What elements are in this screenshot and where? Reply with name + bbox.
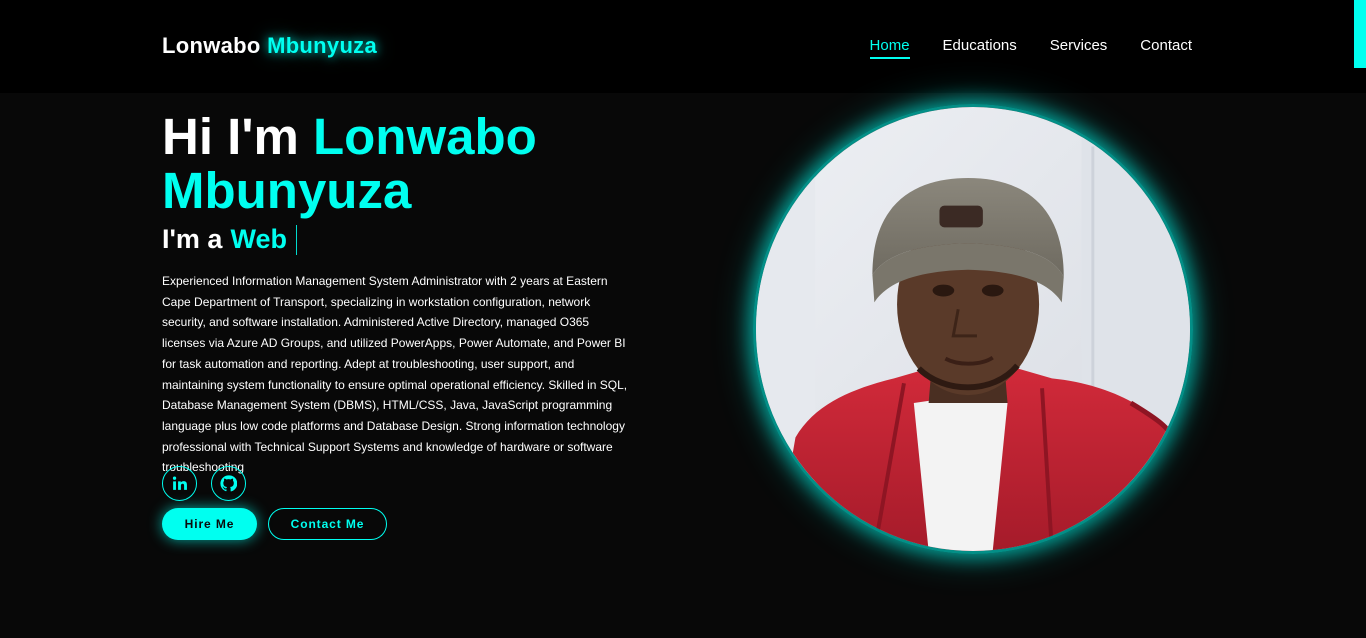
role-value: Web [230,224,287,254]
github-icon [220,475,237,492]
linkedin-link[interactable] [162,466,197,501]
social-links [162,466,246,501]
main-nav: Home Educations Services Contact [869,37,1192,59]
page: Lonwabo Mbunyuza Home Educations Service… [0,0,1366,638]
hero-role: I'm a Web [162,224,297,255]
nav-educations[interactable]: Educations [943,37,1017,59]
scroll-indicator [1354,0,1366,68]
hero-actions: Hire Me Contact Me [162,508,387,540]
logo-first-name: Lonwabo [162,33,261,58]
hero-greeting: Hi I'm [162,108,299,165]
role-prefix: I'm a [162,224,223,254]
hero-title: Hi I'm Lonwabo Mbunyuza [162,110,682,218]
hire-me-button[interactable]: Hire Me [162,508,257,540]
hero-bio: Experienced Information Management Syste… [162,274,628,475]
nav-home[interactable]: Home [869,37,910,59]
linkedin-icon [172,476,187,490]
profile-photo-illustration [756,107,1190,551]
contact-me-button[interactable]: Contact Me [268,508,387,540]
typing-cursor [295,224,297,255]
site-header: Lonwabo Mbunyuza Home Educations Service… [0,0,1366,93]
nav-contact[interactable]: Contact [1140,37,1192,59]
nav-services[interactable]: Services [1050,37,1108,59]
github-link[interactable] [211,466,246,501]
profile-photo [753,104,1193,554]
site-logo[interactable]: Lonwabo Mbunyuza [162,33,377,59]
logo-last-name: Mbunyuza [267,33,378,58]
